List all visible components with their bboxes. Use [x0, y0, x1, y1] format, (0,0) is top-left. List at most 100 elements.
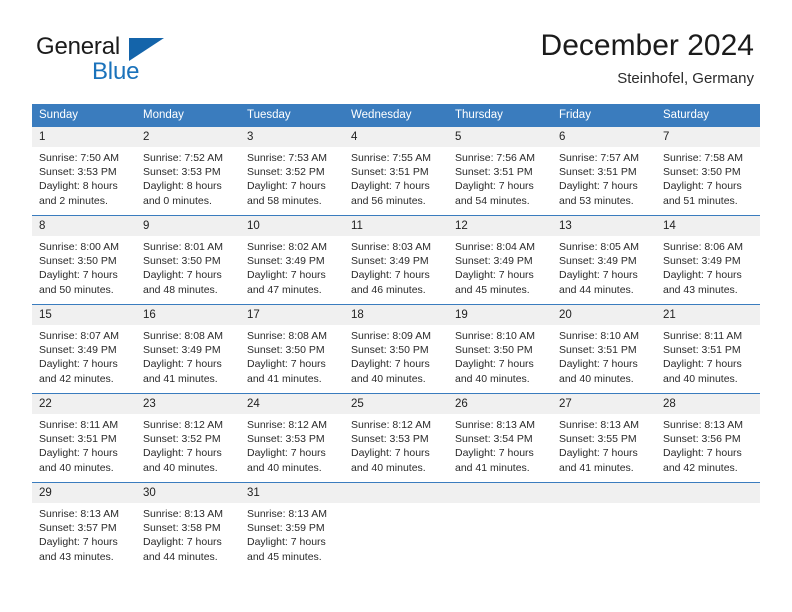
- day-number: 9: [136, 216, 240, 236]
- sunset-time: Sunset: 3:56 PM: [663, 433, 741, 446]
- daylight-duration-line2: and 40 minutes.: [143, 461, 218, 474]
- day-number: 12: [448, 216, 552, 236]
- daylight-duration-line1: Daylight: 7 hours: [455, 447, 534, 460]
- day-cell[interactable]: 24 Sunrise: 8:12 AM Sunset: 3:53 PM Dayligh…: [240, 394, 344, 482]
- day-cell[interactable]: 26 Sunrise: 8:13 AM Sunset: 3:54 PM Dayligh…: [448, 394, 552, 482]
- day-cell[interactable]: 29 Sunrise: 8:13 AM Sunset: 3:57 PM Dayligh…: [32, 483, 136, 571]
- day-number: 17: [240, 305, 344, 325]
- calendar-cell: 21 Sunrise: 8:11 AM Sunset: 3:51 PM Dayligh…: [656, 304, 760, 394]
- day-cell[interactable]: 2 Sunrise: 7:52 AM Sunset: 3:53 PM Daylight…: [136, 127, 240, 215]
- day-cell[interactable]: 27 Sunrise: 8:13 AM Sunset: 3:55 PM Dayligh…: [552, 394, 656, 482]
- day-cell[interactable]: 19 Sunrise: 8:10 AM Sunset: 3:50 PM Dayligh…: [448, 305, 552, 393]
- sunset-time: Sunset: 3:50 PM: [39, 255, 117, 268]
- daylight-duration-line2: and 48 minutes.: [143, 283, 218, 296]
- daylight-duration-line1: Daylight: 7 hours: [351, 180, 430, 193]
- sunset-time: Sunset: 3:53 PM: [39, 166, 117, 179]
- calendar-cell: [448, 482, 552, 571]
- day-info: Sunrise: 8:11 AM Sunset: 3:51 PM Daylight:…: [32, 414, 136, 475]
- day-number: 7: [656, 127, 760, 147]
- day-cell[interactable]: 7 Sunrise: 7:58 AM Sunset: 3:50 PM Daylight…: [656, 127, 760, 215]
- daylight-duration-line1: Daylight: 7 hours: [455, 180, 534, 193]
- day-cell[interactable]: 12 Sunrise: 8:04 AM Sunset: 3:49 PM Dayligh…: [448, 216, 552, 304]
- daylight-duration-line1: Daylight: 8 hours: [39, 180, 118, 193]
- day-number: [656, 483, 760, 503]
- day-cell[interactable]: 11 Sunrise: 8:03 AM Sunset: 3:49 PM Dayligh…: [344, 216, 448, 304]
- day-cell[interactable]: 1 Sunrise: 7:50 AM Sunset: 3:53 PM Daylight…: [32, 127, 136, 215]
- sunset-time: Sunset: 3:55 PM: [559, 433, 637, 446]
- daylight-duration-line1: Daylight: 7 hours: [39, 269, 118, 282]
- sunset-time: Sunset: 3:53 PM: [143, 166, 221, 179]
- daylight-duration-line1: Daylight: 7 hours: [247, 180, 326, 193]
- day-cell[interactable]: 20 Sunrise: 8:10 AM Sunset: 3:51 PM Dayligh…: [552, 305, 656, 393]
- day-number: 26: [448, 394, 552, 414]
- day-number: 29: [32, 483, 136, 503]
- sunrise-time: Sunrise: 8:08 AM: [247, 330, 327, 342]
- day-cell[interactable]: 30 Sunrise: 8:13 AM Sunset: 3:58 PM Dayligh…: [136, 483, 240, 571]
- calendar-cell: 6 Sunrise: 7:57 AM Sunset: 3:51 PM Daylight…: [552, 127, 656, 216]
- day-cell[interactable]: 18 Sunrise: 8:09 AM Sunset: 3:50 PM Dayligh…: [344, 305, 448, 393]
- day-number: [344, 483, 448, 503]
- sunrise-time: Sunrise: 8:12 AM: [351, 419, 431, 431]
- day-cell[interactable]: 13 Sunrise: 8:05 AM Sunset: 3:49 PM Dayligh…: [552, 216, 656, 304]
- day-cell[interactable]: 8 Sunrise: 8:00 AM Sunset: 3:50 PM Daylight…: [32, 216, 136, 304]
- daylight-duration-line2: and 40 minutes.: [351, 461, 426, 474]
- calendar-table: Sunday Monday Tuesday Wednesday Thursday…: [32, 104, 760, 571]
- day-number: 30: [136, 483, 240, 503]
- day-cell[interactable]: 9 Sunrise: 8:01 AM Sunset: 3:50 PM Daylight…: [136, 216, 240, 304]
- day-cell[interactable]: 23 Sunrise: 8:12 AM Sunset: 3:52 PM Dayligh…: [136, 394, 240, 482]
- day-number: 27: [552, 394, 656, 414]
- day-info: Sunrise: 8:02 AM Sunset: 3:49 PM Daylight:…: [240, 236, 344, 297]
- calendar-cell: 28 Sunrise: 8:13 AM Sunset: 3:56 PM Dayligh…: [656, 393, 760, 483]
- day-cell[interactable]: 31 Sunrise: 8:13 AM Sunset: 3:59 PM Dayligh…: [240, 483, 344, 571]
- sunrise-time: Sunrise: 8:13 AM: [559, 419, 639, 431]
- daylight-duration-line1: Daylight: 7 hours: [247, 447, 326, 460]
- day-cell[interactable]: 21 Sunrise: 8:11 AM Sunset: 3:51 PM Dayligh…: [656, 305, 760, 393]
- sunrise-time: Sunrise: 7:50 AM: [39, 152, 119, 164]
- sunset-time: Sunset: 3:49 PM: [559, 255, 637, 268]
- daylight-duration-line2: and 47 minutes.: [247, 283, 322, 296]
- day-number: 11: [344, 216, 448, 236]
- sunset-time: Sunset: 3:49 PM: [455, 255, 533, 268]
- day-cell[interactable]: 5 Sunrise: 7:56 AM Sunset: 3:51 PM Daylight…: [448, 127, 552, 215]
- sunrise-time: Sunrise: 8:05 AM: [559, 241, 639, 253]
- day-info: Sunrise: 8:03 AM Sunset: 3:49 PM Daylight:…: [344, 236, 448, 297]
- day-number: [448, 483, 552, 503]
- calendar-cell: 17 Sunrise: 8:08 AM Sunset: 3:50 PM Dayligh…: [240, 304, 344, 394]
- day-cell[interactable]: 25 Sunrise: 8:12 AM Sunset: 3:53 PM Dayligh…: [344, 394, 448, 482]
- day-cell[interactable]: 10 Sunrise: 8:02 AM Sunset: 3:49 PM Dayligh…: [240, 216, 344, 304]
- sunset-time: Sunset: 3:52 PM: [143, 433, 221, 446]
- day-info: Sunrise: 8:12 AM Sunset: 3:53 PM Daylight:…: [240, 414, 344, 475]
- day-cell[interactable]: 14 Sunrise: 8:06 AM Sunset: 3:49 PM Dayligh…: [656, 216, 760, 304]
- daylight-duration-line2: and 44 minutes.: [559, 283, 634, 296]
- day-number: 15: [32, 305, 136, 325]
- sunrise-time: Sunrise: 8:08 AM: [143, 330, 223, 342]
- day-number: 13: [552, 216, 656, 236]
- day-cell[interactable]: 15 Sunrise: 8:07 AM Sunset: 3:49 PM Dayligh…: [32, 305, 136, 393]
- daylight-duration-line2: and 54 minutes.: [455, 194, 530, 207]
- sunrise-time: Sunrise: 8:11 AM: [39, 419, 119, 431]
- day-cell[interactable]: 22 Sunrise: 8:11 AM Sunset: 3:51 PM Dayligh…: [32, 394, 136, 482]
- daylight-duration-line1: Daylight: 7 hours: [351, 358, 430, 371]
- daylight-duration-line2: and 43 minutes.: [663, 283, 738, 296]
- title-block: December 2024 Steinhofel, Germany: [541, 28, 754, 90]
- day-cell[interactable]: 17 Sunrise: 8:08 AM Sunset: 3:50 PM Dayligh…: [240, 305, 344, 393]
- day-info: Sunrise: 8:07 AM Sunset: 3:49 PM Daylight:…: [32, 325, 136, 386]
- sunrise-time: Sunrise: 8:13 AM: [455, 419, 535, 431]
- daylight-duration-line1: Daylight: 7 hours: [39, 536, 118, 549]
- day-cell[interactable]: 6 Sunrise: 7:57 AM Sunset: 3:51 PM Daylight…: [552, 127, 656, 215]
- day-info: Sunrise: 7:52 AM Sunset: 3:53 PM Daylight:…: [136, 147, 240, 208]
- day-info: Sunrise: 8:05 AM Sunset: 3:49 PM Daylight:…: [552, 236, 656, 297]
- sunrise-time: Sunrise: 8:13 AM: [663, 419, 743, 431]
- brand-name-general: General: [36, 33, 120, 60]
- calendar-cell: 18 Sunrise: 8:09 AM Sunset: 3:50 PM Dayligh…: [344, 304, 448, 394]
- daylight-duration-line1: Daylight: 7 hours: [247, 536, 326, 549]
- day-cell[interactable]: 16 Sunrise: 8:08 AM Sunset: 3:49 PM Dayligh…: [136, 305, 240, 393]
- calendar-cell: 25 Sunrise: 8:12 AM Sunset: 3:53 PM Dayligh…: [344, 393, 448, 483]
- day-number: 10: [240, 216, 344, 236]
- day-cell[interactable]: 3 Sunrise: 7:53 AM Sunset: 3:52 PM Daylight…: [240, 127, 344, 215]
- sunset-time: Sunset: 3:53 PM: [351, 433, 429, 446]
- day-cell[interactable]: 4 Sunrise: 7:55 AM Sunset: 3:51 PM Daylight…: [344, 127, 448, 215]
- daylight-duration-line1: Daylight: 7 hours: [351, 269, 430, 282]
- day-cell[interactable]: 28 Sunrise: 8:13 AM Sunset: 3:56 PM Dayligh…: [656, 394, 760, 482]
- day-info: Sunrise: 8:13 AM Sunset: 3:59 PM Daylight:…: [240, 503, 344, 564]
